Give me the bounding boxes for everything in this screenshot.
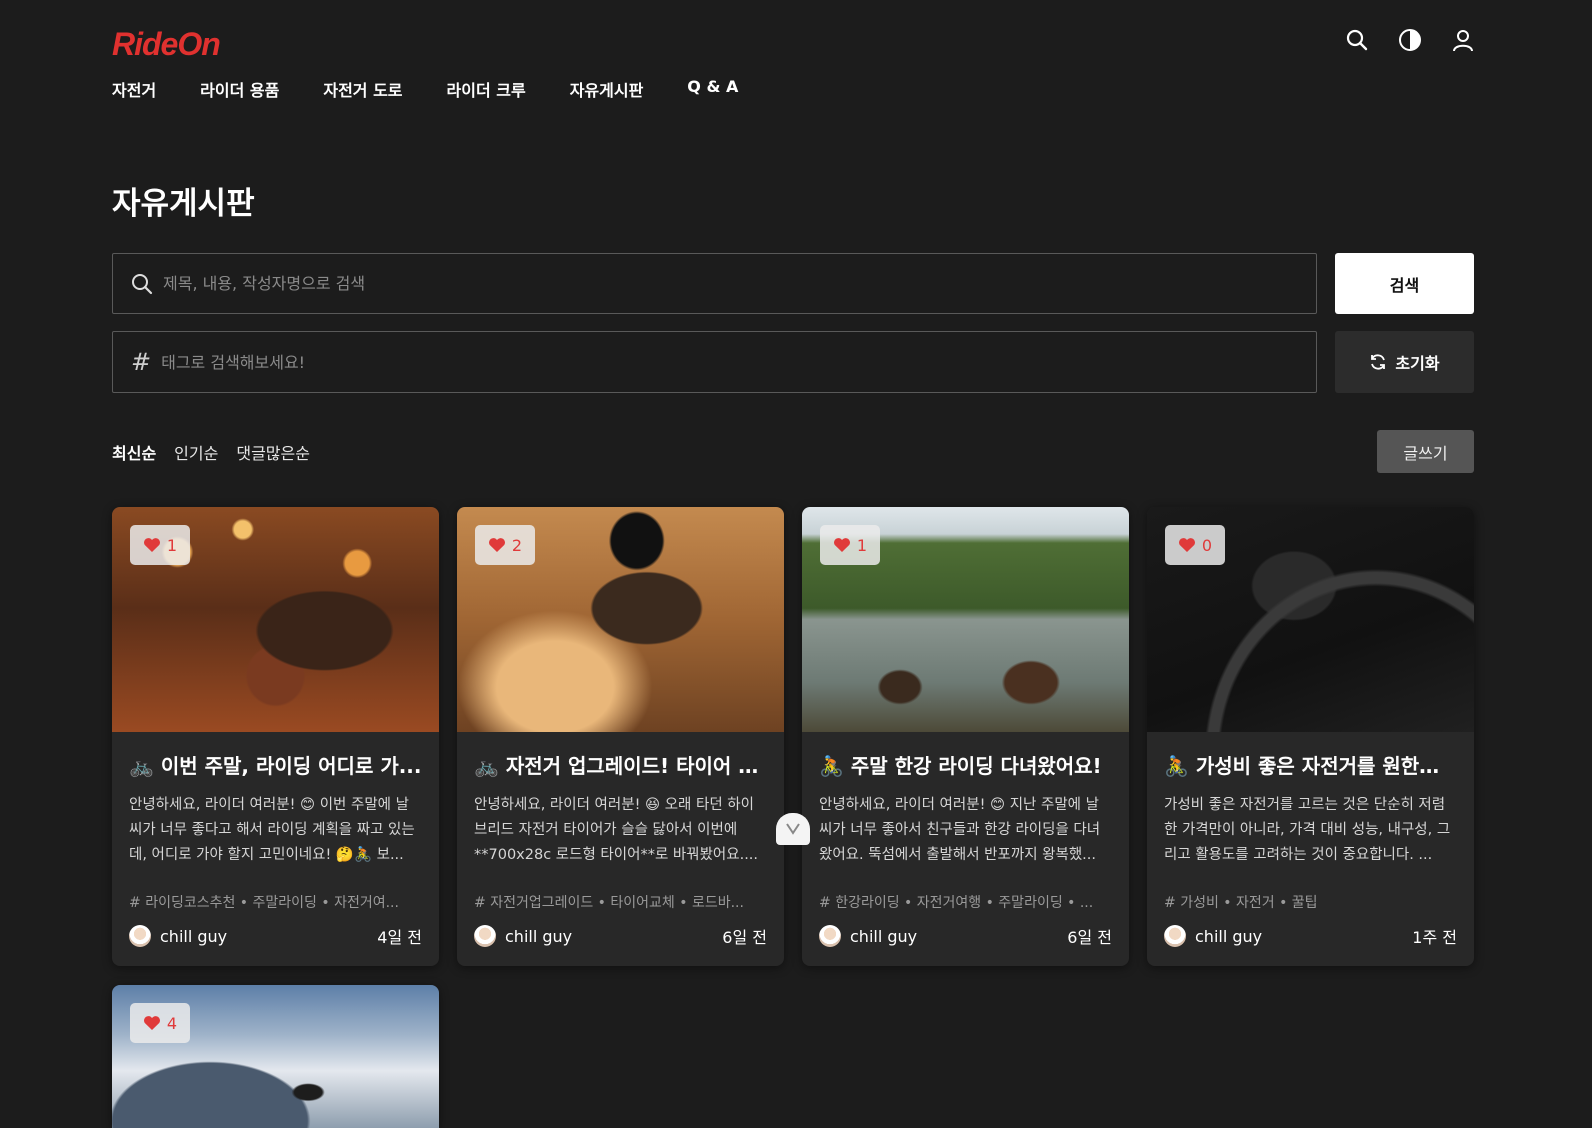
- post-card[interactable]: 4: [112, 985, 439, 1128]
- post-time: 6일 전: [1067, 928, 1112, 947]
- post-card[interactable]: 1 🚴 주말 한강 라이딩 다녀왔어요! 안녕하세요, 라이더 여러분! 😊 지…: [802, 507, 1129, 966]
- hashtag-icon: #: [1164, 895, 1181, 911]
- post-excerpt: 안녕하세요, 라이더 여러분! 😊 이번 주말에 날씨가 너무 좋다고 해서 라…: [129, 797, 415, 863]
- post-excerpt: 안녕하세요, 라이더 여러분! 😊 지난 주말에 날씨가 너무 좋아서 친구들과…: [819, 797, 1101, 863]
- avatar: [129, 925, 151, 947]
- post-excerpt: 가성비 좋은 자전거를 고르는 것은 단순히 저렴한 가격만이 아니라, 가격 …: [1164, 797, 1451, 863]
- write-post-button[interactable]: 글쓰기: [1377, 430, 1474, 473]
- main-nav: 자전거 라이더 용품 자전거 도로 라이더 크루 자유게시판 Q & A: [112, 77, 738, 101]
- like-badge[interactable]: 4: [130, 1003, 190, 1043]
- post-tags: # 라이딩코스추천 • 주말라이딩 • 자전거여...: [129, 892, 422, 912]
- post-author: chill guy: [129, 925, 227, 947]
- nav-item-rider-crew[interactable]: 라이더 크루: [447, 77, 526, 101]
- avatar: [474, 925, 496, 947]
- post-title[interactable]: 🚴 가성비 좋은 자전거를 원한다...: [1164, 750, 1457, 779]
- tag-search-input[interactable]: [161, 352, 1162, 372]
- author-name: chill guy: [505, 926, 573, 946]
- theme-toggle-icon[interactable]: [1398, 28, 1422, 52]
- post-title[interactable]: 🚲 자전거 업그레이드! 타이어 교...: [474, 750, 767, 779]
- nav-item-free-board[interactable]: 자유게시판: [570, 77, 644, 101]
- heart-icon: [488, 538, 505, 552]
- post-time: 4일 전: [377, 928, 422, 947]
- post-tag-list: 한강라이딩 • 자전거여행 • 주말라이딩 • ...: [835, 895, 1094, 911]
- like-count: 4: [166, 1013, 178, 1033]
- post-time: 6일 전: [722, 928, 767, 947]
- nav-item-bike-roads[interactable]: 자전거 도로: [323, 77, 402, 101]
- search-input[interactable]: [163, 274, 1163, 293]
- post-tags: # 자전거업그레이드 • 타이어교체 • 로드바...: [474, 892, 767, 912]
- heart-icon: [833, 538, 850, 552]
- post-card[interactable]: 1 🚲 이번 주말, 라이딩 어디로 가... 안녕하세요, 라이더 여러분! …: [112, 507, 439, 966]
- post-tag-list: 라이딩코스추천 • 주말라이딩 • 자전거여...: [145, 895, 399, 911]
- post-author: chill guy: [474, 925, 572, 947]
- refresh-icon: [1371, 354, 1386, 370]
- like-count: 1: [166, 535, 178, 555]
- author-name: chill guy: [160, 926, 228, 946]
- nav-item-qna[interactable]: Q & A: [687, 77, 738, 101]
- avatar: [1164, 925, 1186, 947]
- post-card[interactable]: 0 🚴 가성비 좋은 자전거를 원한다... 가성비 좋은 자전거를 고르는 것…: [1147, 507, 1474, 966]
- search-icon: [132, 273, 153, 294]
- post-author: chill guy: [1164, 925, 1262, 947]
- nav-item-rider-gear[interactable]: 라이더 용품: [200, 77, 279, 101]
- post-tag-list: 가성비 • 자전거 • 꿀팁: [1180, 895, 1318, 911]
- post-image: 0: [1147, 507, 1474, 732]
- author-name: chill guy: [850, 926, 918, 946]
- sort-latest[interactable]: 최신순: [112, 440, 156, 464]
- sort-popular[interactable]: 인기순: [174, 440, 218, 464]
- site-header: RideOn 자전거 라이더 용품 자전거 도로 라이더 크루 자유게시판 Q …: [112, 0, 1474, 110]
- hashtag-icon: #: [474, 895, 491, 911]
- like-count: 2: [511, 535, 523, 555]
- reset-button[interactable]: 초기화: [1335, 331, 1474, 393]
- chevron-down-icon: [786, 823, 800, 835]
- post-tags: # 가성비 • 자전거 • 꿀팁: [1164, 892, 1457, 912]
- nav-item-bicycle[interactable]: 자전거: [112, 77, 156, 101]
- hashtag-icon: #: [129, 895, 146, 911]
- search-button[interactable]: 검색: [1335, 253, 1474, 314]
- tag-search-field: #: [112, 331, 1317, 393]
- heart-icon: [143, 538, 160, 552]
- like-count: 0: [1201, 535, 1213, 555]
- site-logo[interactable]: RideOn: [112, 26, 221, 63]
- post-image: 1: [112, 507, 439, 732]
- post-image: 1: [802, 507, 1129, 732]
- page-title: 자유게시판: [112, 186, 255, 222]
- like-badge[interactable]: 1: [820, 525, 880, 565]
- user-icon[interactable]: [1452, 28, 1474, 52]
- hashtag-icon: #: [131, 348, 152, 376]
- like-count: 1: [856, 535, 868, 555]
- post-image: 2: [457, 507, 784, 732]
- post-tag-list: 자전거업그레이드 • 타이어교체 • 로드바...: [490, 895, 744, 911]
- scroll-button[interactable]: [776, 813, 810, 845]
- search-field: [112, 253, 1317, 314]
- header-actions: [1346, 28, 1474, 52]
- post-tags: # 한강라이딩 • 자전거여행 • 주말라이딩 • ...: [819, 892, 1112, 912]
- post-card[interactable]: 2 🚲 자전거 업그레이드! 타이어 교... 안녕하세요, 라이더 여러분! …: [457, 507, 784, 966]
- like-badge[interactable]: 0: [1165, 525, 1225, 565]
- search-icon[interactable]: [1346, 29, 1368, 51]
- post-image: 4: [112, 985, 439, 1128]
- heart-icon: [143, 1016, 160, 1030]
- post-title[interactable]: 🚲 이번 주말, 라이딩 어디로 가...: [129, 750, 422, 779]
- heart-icon: [1178, 538, 1195, 552]
- hashtag-icon: #: [819, 895, 836, 911]
- reset-button-label: 초기화: [1395, 354, 1440, 373]
- post-author: chill guy: [819, 925, 917, 947]
- author-name: chill guy: [1195, 926, 1263, 946]
- post-time: 1주 전: [1412, 928, 1457, 947]
- post-title[interactable]: 🚴 주말 한강 라이딩 다녀왔어요!: [819, 750, 1112, 779]
- avatar: [819, 925, 841, 947]
- post-excerpt: 안녕하세요, 라이더 여러분! 😆 오래 타던 하이브리드 자전거 타이어가 슬…: [474, 797, 759, 863]
- sort-options: 최신순 인기순 댓글많은순: [112, 440, 310, 464]
- like-badge[interactable]: 1: [130, 525, 190, 565]
- sort-most-comments[interactable]: 댓글많은순: [236, 440, 310, 464]
- like-badge[interactable]: 2: [475, 525, 535, 565]
